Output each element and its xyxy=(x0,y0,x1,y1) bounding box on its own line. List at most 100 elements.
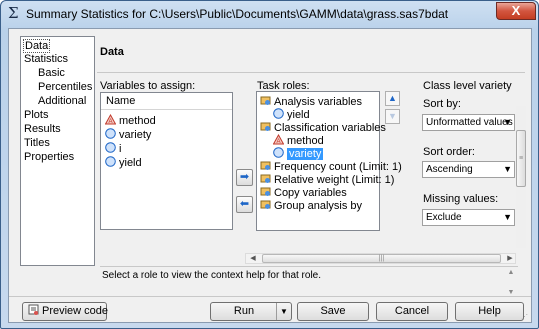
add-to-role-button[interactable]: ➡ xyxy=(236,169,253,186)
options-scrollbar[interactable]: ≡ xyxy=(516,106,526,248)
variables-label: Variables to assign: xyxy=(100,80,196,92)
nav-item-results[interactable]: Results xyxy=(24,123,61,135)
context-help: Select a role to view the context help f… xyxy=(100,266,518,298)
role-group-icon xyxy=(260,174,271,183)
help-text: Select a role to view the context help f… xyxy=(102,270,322,281)
role-label: Group analysis by xyxy=(274,200,363,212)
button-label: Preview code xyxy=(42,305,109,317)
role-label: Analysis variables xyxy=(274,96,363,108)
variable-name: method xyxy=(119,115,156,127)
resize-grip-icon[interactable]: ⋰ xyxy=(521,313,530,322)
numeric-variable-icon xyxy=(105,142,116,153)
nav-item-titles[interactable]: Titles xyxy=(24,137,50,149)
nav-item-additional[interactable]: Additional xyxy=(38,95,86,107)
sort-by-label: Sort by: xyxy=(423,98,461,110)
variable-item-i[interactable]: i xyxy=(105,142,121,156)
role-label: Copy variables xyxy=(274,187,347,199)
scroll-right-icon[interactable]: ▶ xyxy=(505,253,515,264)
role-label: Classification variables xyxy=(274,122,386,134)
svg-text:A: A xyxy=(108,119,112,125)
move-down-button[interactable]: ▼ xyxy=(385,109,400,124)
nav-item-statistics[interactable]: Statistics xyxy=(24,53,68,65)
numeric-variable-icon xyxy=(273,147,284,158)
sort-by-dropdown[interactable]: Unformatted values ▼ xyxy=(422,114,515,131)
nav-item-basic[interactable]: Basic xyxy=(38,67,65,79)
scroll-left-icon[interactable]: ◀ xyxy=(248,253,258,264)
role-classification-variables[interactable]: Classification variables xyxy=(260,121,386,134)
variables-list[interactable]: Name Amethod variety i yield xyxy=(100,92,233,230)
nav-item-data[interactable]: Data xyxy=(23,39,51,53)
arrow-left-icon: ⬅ xyxy=(239,198,250,210)
task-navigation: Data Statistics Basic Percentiles Additi… xyxy=(20,36,95,266)
chevron-down-icon[interactable]: ▼ xyxy=(276,303,291,320)
role-variable-label: yield xyxy=(287,109,310,121)
remove-from-role-button[interactable]: ⬅ xyxy=(236,196,253,213)
scrollbar-thumb[interactable]: ||| xyxy=(262,254,501,263)
cancel-button[interactable]: Cancel xyxy=(376,302,448,321)
button-bar: Preview code Run ▼ Save Cancel Help ⋰ xyxy=(9,296,531,323)
options-title: Class level variety xyxy=(423,80,512,92)
name-column-header[interactable]: Name xyxy=(101,93,232,110)
nav-item-plots[interactable]: Plots xyxy=(24,109,48,121)
close-button[interactable]: X xyxy=(496,2,536,20)
move-up-button[interactable]: ▲ xyxy=(385,91,400,106)
role-group-icon xyxy=(260,200,271,209)
role-relative-weight[interactable]: Relative weight (Limit: 1) xyxy=(260,173,394,186)
role-group-icon xyxy=(260,96,271,105)
variable-item-yield[interactable]: yield xyxy=(105,156,142,170)
nav-item-percentiles[interactable]: Percentiles xyxy=(38,81,92,93)
variable-item-variety[interactable]: variety xyxy=(105,128,151,142)
horizontal-scrollbar[interactable]: ◀ ||| ▶ xyxy=(245,253,516,264)
role-group-analysis-by[interactable]: Group analysis by xyxy=(260,199,362,212)
role-group-icon xyxy=(260,122,271,131)
preview-code-icon xyxy=(28,304,39,315)
sort-order-label: Sort order: xyxy=(423,146,475,158)
button-label: Run xyxy=(233,305,255,317)
help-scrollbar[interactable]: ▲ ▼ xyxy=(506,268,516,298)
role-item-method[interactable]: Amethod xyxy=(273,134,324,147)
character-variable-icon: A xyxy=(273,134,284,145)
svg-text:A: A xyxy=(276,139,280,145)
variable-name: variety xyxy=(119,129,152,141)
arrow-up-icon: ▲ xyxy=(388,93,397,103)
summary-statistics-window: Σ Summary Statistics for C:\Users\Public… xyxy=(0,0,539,329)
missing-values-value: Exclude xyxy=(426,212,462,223)
preview-code-button[interactable]: Preview code xyxy=(22,302,109,321)
chevron-down-icon: ▼ xyxy=(503,117,512,127)
class-level-options: Class level variety Sort by: Unformatted… xyxy=(413,72,526,252)
sort-order-dropdown[interactable]: Ascending ▼ xyxy=(422,161,515,178)
arrow-right-icon: ➡ xyxy=(239,171,250,183)
variable-item-method[interactable]: Amethod xyxy=(105,114,156,128)
role-copy-variables[interactable]: Copy variables xyxy=(260,186,347,199)
chevron-down-icon: ▼ xyxy=(503,212,512,222)
variable-name: i xyxy=(119,143,122,155)
role-group-icon xyxy=(260,161,271,170)
variable-name: yield xyxy=(119,157,142,169)
chevron-down-icon: ▼ xyxy=(503,164,512,174)
sort-by-value: Unformatted values xyxy=(426,117,513,128)
role-frequency-count[interactable]: Frequency count (Limit: 1) xyxy=(260,160,402,173)
scrollbar-thumb[interactable]: ≡ xyxy=(516,130,526,187)
data-panel: Data Variables to assign: Name Amethod v… xyxy=(97,36,526,298)
role-label: Relative weight (Limit: 1) xyxy=(274,174,395,186)
dialog-body: Data Statistics Basic Percentiles Additi… xyxy=(8,28,532,323)
panel-title: Data xyxy=(100,46,124,58)
role-item-variety-selected[interactable]: variety xyxy=(273,147,324,160)
save-button[interactable]: Save xyxy=(297,302,369,321)
numeric-variable-icon xyxy=(273,108,284,119)
missing-values-dropdown[interactable]: Exclude ▼ xyxy=(422,209,515,226)
title-bar[interactable]: Σ Summary Statistics for C:\Users\Public… xyxy=(1,1,538,27)
sort-order-value: Ascending xyxy=(426,164,473,175)
nav-item-properties[interactable]: Properties xyxy=(24,151,74,163)
arrow-down-icon: ▼ xyxy=(388,111,397,121)
help-button[interactable]: Help xyxy=(455,302,524,321)
sigma-icon: Σ xyxy=(8,4,19,22)
role-item-yield[interactable]: yield xyxy=(273,108,310,121)
numeric-variable-icon xyxy=(105,156,116,167)
run-button[interactable]: Run ▼ xyxy=(210,302,292,321)
role-variable-label: variety xyxy=(287,148,324,160)
task-roles-tree[interactable]: Analysis variables yield Classification … xyxy=(256,91,402,231)
character-variable-icon: A xyxy=(105,114,116,125)
role-analysis-variables[interactable]: Analysis variables xyxy=(260,95,362,108)
numeric-variable-icon xyxy=(105,128,116,139)
